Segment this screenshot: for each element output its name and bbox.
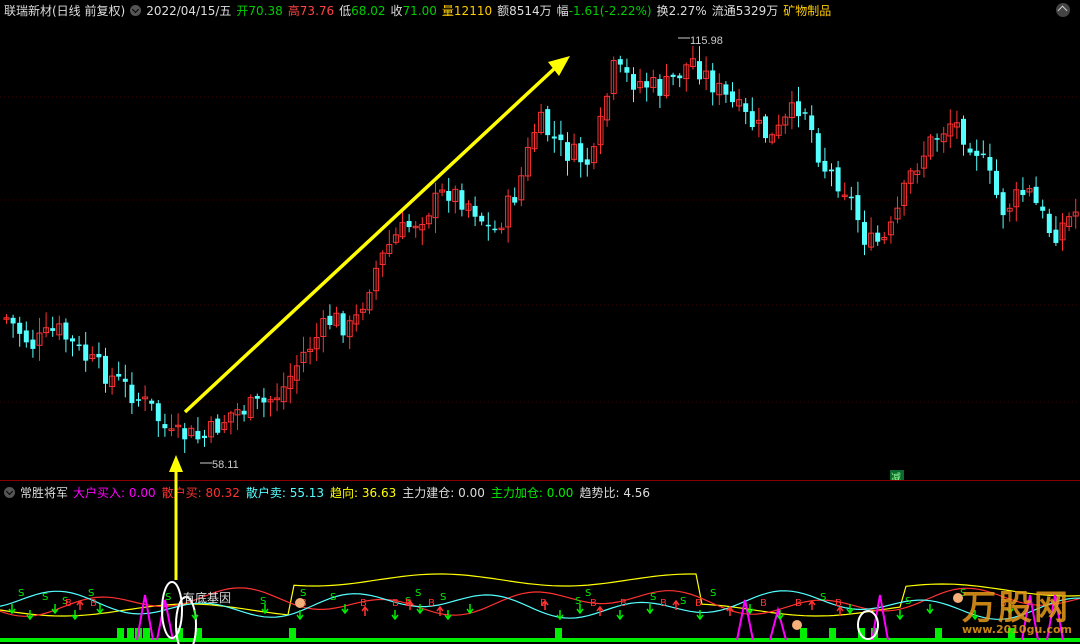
down-arrow-marker (896, 610, 904, 621)
buy-marker-b: B (695, 598, 702, 609)
down-arrow-marker (466, 604, 474, 615)
up-arrow-marker (76, 599, 84, 610)
sell-marker-s: S (42, 592, 48, 603)
sell-marker-s: S (330, 592, 336, 603)
buy-marker-b: B (620, 598, 627, 609)
down-arrow-marker (96, 604, 104, 615)
sell-marker-s: S (18, 588, 24, 599)
watermark-logo: 万股网 www.2010gu.com (962, 580, 1072, 636)
buy-marker-b: B (660, 598, 667, 609)
sell-marker-s: S (680, 596, 686, 607)
up-arrow-marker (436, 605, 444, 616)
down-arrow-marker (71, 610, 79, 621)
sell-marker-s: S (440, 592, 446, 603)
sell-marker-s: S (165, 592, 171, 603)
sell-marker-s: S (415, 588, 421, 599)
main-force-bar (289, 628, 296, 640)
buy-marker-b: B (65, 598, 72, 609)
baseline-bar (0, 638, 1080, 642)
indicator-chart: SSSSSSSSSSSSSSSSSSSBBBBBBBBBBBBBBBB (0, 455, 1080, 644)
main-force-bar (829, 628, 836, 640)
main-force-bar (935, 628, 942, 640)
bottom-arrow-head (169, 455, 183, 472)
down-arrow-marker (391, 610, 399, 621)
buy-marker-b: B (90, 598, 97, 609)
signal-dot (792, 620, 802, 630)
main-force-bar (555, 628, 562, 640)
annotation-label: 有底基因 (183, 591, 232, 605)
watermark-url: www.2010gu.com (962, 623, 1072, 636)
sell-marker-s: S (820, 592, 826, 603)
down-arrow-marker (51, 604, 59, 615)
main-force-bar (143, 628, 150, 640)
buy-marker-b: B (392, 598, 399, 609)
down-arrow-marker (646, 604, 654, 615)
main-force-bar (117, 628, 124, 640)
sell-marker-s: S (710, 588, 716, 599)
buy-marker-b: B (590, 598, 597, 609)
buy-marker-b: B (428, 598, 435, 609)
watermark-brand: 万股网 (962, 588, 1070, 628)
main-force-bar (127, 628, 134, 640)
sell-marker-s: S (905, 596, 911, 607)
buy-marker-b: B (795, 598, 802, 609)
up-arrow-marker (808, 599, 816, 610)
down-arrow-marker (926, 604, 934, 615)
signal-dot (295, 598, 305, 608)
down-arrow-marker (616, 610, 624, 621)
down-arrow-marker (696, 610, 704, 621)
main-force-bar (800, 628, 807, 640)
down-arrow-marker (191, 610, 199, 621)
buy-marker-b: B (760, 598, 767, 609)
sell-marker-s: S (650, 592, 656, 603)
